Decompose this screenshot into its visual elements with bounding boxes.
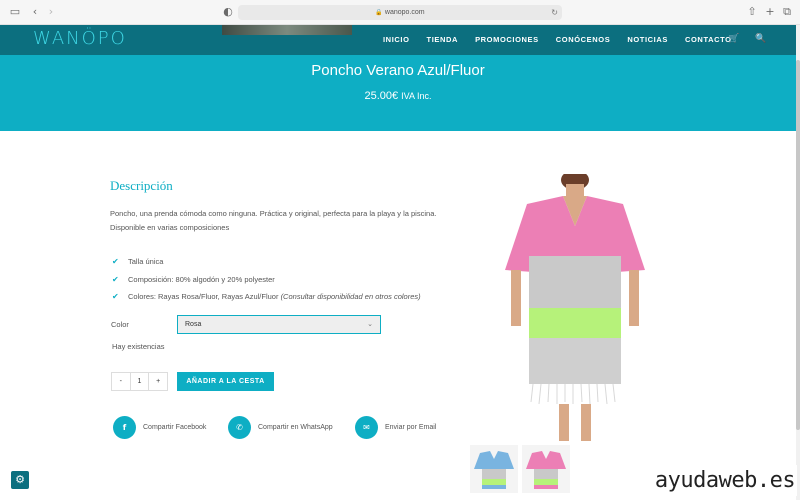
main-nav: INICIO TIENDA PROMOCIONES CONÓCENOS NOTI… [383, 35, 749, 44]
share-whatsapp[interactable]: ✆ Compartir en WhatsApp [228, 415, 333, 439]
description-text: Poncho, una prenda cómoda como ninguna. … [110, 209, 437, 232]
feature-text: Composición: 80% algodón y 20% polyester [128, 274, 275, 284]
share-label: Compartir Facebook [143, 423, 207, 431]
accessibility-settings-icon[interactable]: ⚙ [11, 471, 29, 489]
browser-toolbar: ▭ ‹ › ◐ 🔒 wanopo.com ↻ ⇧ + ⧉ [0, 0, 800, 25]
price-suffix: IVA Inc. [401, 91, 432, 101]
color-select[interactable]: Rosa ⌄ [177, 315, 381, 334]
quantity-stepper: - 1 + [111, 372, 168, 391]
add-to-cart-button[interactable]: AÑADIR A LA CESTA [177, 372, 274, 391]
qty-increment-button[interactable]: + [149, 373, 167, 390]
check-icon: ✔ [112, 292, 119, 301]
feature-item: ✔ Composición: 80% algodón y 20% polyeste… [112, 275, 421, 293]
share-label: Compartir en WhatsApp [258, 423, 333, 431]
forward-icon[interactable]: › [45, 6, 57, 18]
nav-item-contacto[interactable]: CONTACTO [685, 35, 732, 44]
tabs-icon[interactable]: ⧉ [781, 6, 793, 18]
watermark: ayudaweb.es [653, 465, 797, 496]
lock-icon: 🔒 [375, 10, 383, 16]
sidebar-icon[interactable]: ▭ [9, 6, 21, 18]
plus-icon[interactable]: + [764, 6, 776, 18]
email-icon: ✉ [355, 415, 378, 439]
feature-note: (Consultar disponibilidad en otros color… [280, 292, 421, 301]
whatsapp-icon: ✆ [228, 415, 251, 439]
privacy-icon[interactable]: ◐ [222, 6, 234, 18]
price-value: 25.00€ [364, 90, 399, 102]
nav-item-noticias[interactable]: NOTICIAS [627, 35, 668, 44]
check-icon: ✔ [112, 274, 119, 284]
qty-input[interactable]: 1 [131, 373, 150, 390]
product-thumbnail-blue[interactable] [470, 445, 518, 493]
scrollbar-thumb[interactable] [796, 60, 800, 430]
chevron-down-icon: ⌄ [367, 320, 373, 328]
nav-item-inicio[interactable]: INICIO [383, 35, 410, 44]
search-icon[interactable]: 🔍 [755, 34, 766, 44]
reload-icon[interactable]: ↻ [551, 5, 558, 20]
stock-status: Hay existencias [112, 342, 165, 351]
nav-item-tienda[interactable]: TIENDA [427, 35, 459, 44]
thumbnail-pink-image [526, 451, 566, 489]
cart-icon[interactable]: 🛒 [728, 34, 739, 44]
check-icon: ✔ [112, 257, 119, 266]
poncho-illustration [467, 174, 683, 441]
feature-text: Colores: Rayas Rosa/Fluor, Rayas Azul/Fl… [128, 292, 281, 301]
share-icon[interactable]: ⇧ [746, 6, 758, 18]
back-icon[interactable]: ‹ [29, 6, 41, 18]
color-label: Color [111, 320, 129, 329]
feature-item: ✔ Talla única [112, 257, 421, 275]
nav-item-conocenos[interactable]: CONÓCENOS [556, 35, 611, 44]
facebook-icon: f [113, 415, 136, 439]
product-price: 25.00€ IVA Inc. [0, 90, 796, 102]
feature-list: ✔ Talla única ✔ Composición: 80% algodón y… [112, 257, 421, 310]
address-bar[interactable]: 🔒 wanopo.com ↻ [238, 5, 562, 20]
product-main-image[interactable] [467, 174, 683, 441]
nav-item-promociones[interactable]: PROMOCIONES [475, 35, 539, 44]
thumbnail-blue-image [474, 451, 514, 489]
url-text: wanopo.com [384, 9, 425, 16]
description-heading: Descripción [110, 178, 173, 193]
share-facebook[interactable]: f Compartir Facebook [113, 415, 207, 439]
site-logo[interactable]: WANÖPO [33, 28, 127, 49]
feature-item: ✔ Colores: Rayas Rosa/Fluor, Rayas Azul/F… [112, 292, 421, 310]
product-thumbnail-pink[interactable] [522, 445, 570, 493]
color-selected-value: Rosa [185, 321, 202, 328]
product-title: Poncho Verano Azul/Fluor [311, 62, 485, 79]
qty-decrement-button[interactable]: - [112, 373, 131, 390]
share-label: Enviar por Email [385, 423, 437, 431]
header-photo-strip [222, 25, 352, 35]
feature-text: Talla única [128, 257, 164, 266]
share-email[interactable]: ✉ Enviar por Email [355, 415, 437, 439]
